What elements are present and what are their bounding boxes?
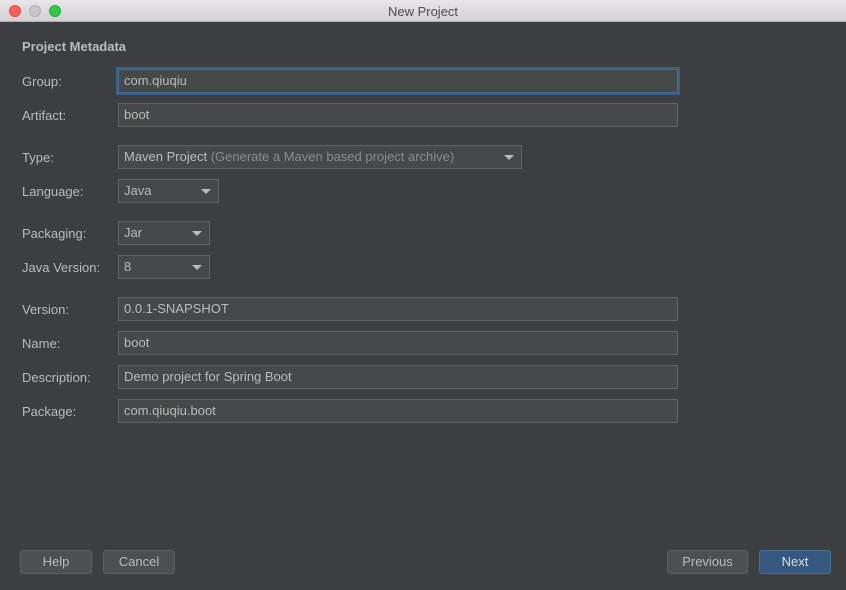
previous-button[interactable]: Previous xyxy=(667,550,748,574)
package-field[interactable]: com.qiuqiu.boot xyxy=(118,399,678,423)
group-field[interactable]: com.qiuqiu xyxy=(118,69,678,93)
type-hint: (Generate a Maven based project archive) xyxy=(210,149,455,164)
version-field[interactable]: 0.0.1-SNAPSHOT xyxy=(118,297,678,321)
group-label: Group: xyxy=(22,74,62,89)
type-label: Type: xyxy=(22,150,54,165)
help-button[interactable]: Help xyxy=(20,550,92,574)
chevron-down-icon xyxy=(192,231,202,236)
version-label: Version: xyxy=(22,302,69,317)
java-version-dropdown[interactable]: 8 xyxy=(118,255,210,279)
packaging-dropdown[interactable]: Jar xyxy=(118,221,210,245)
window-titlebar: New Project xyxy=(0,0,846,22)
description-label: Description: xyxy=(22,370,91,385)
package-label: Package: xyxy=(22,404,77,419)
name-field[interactable]: boot xyxy=(118,331,678,355)
packaging-label: Packaging: xyxy=(22,226,87,241)
artifact-field[interactable]: boot xyxy=(118,103,678,127)
name-label: Name: xyxy=(22,336,61,351)
language-value: Java xyxy=(124,183,152,198)
java-version-label: Java Version: xyxy=(22,260,101,275)
next-button[interactable]: Next xyxy=(759,550,831,574)
cancel-button[interactable]: Cancel xyxy=(103,550,175,574)
window-title: New Project xyxy=(387,4,459,19)
chevron-down-icon xyxy=(504,155,514,160)
language-label: Language: xyxy=(22,184,84,199)
type-dropdown[interactable]: Maven Project (Generate a Maven based pr… xyxy=(118,145,522,169)
java-version-value: 8 xyxy=(124,259,132,274)
chevron-down-icon xyxy=(192,265,202,270)
language-dropdown[interactable]: Java xyxy=(118,179,219,203)
packaging-value: Jar xyxy=(124,225,143,240)
chevron-down-icon xyxy=(201,189,211,194)
section-title: Project Metadata xyxy=(22,39,127,54)
description-field[interactable]: Demo project for Spring Boot xyxy=(118,365,678,389)
artifact-label: Artifact: xyxy=(22,108,67,123)
type-value: Maven Project xyxy=(124,149,208,164)
